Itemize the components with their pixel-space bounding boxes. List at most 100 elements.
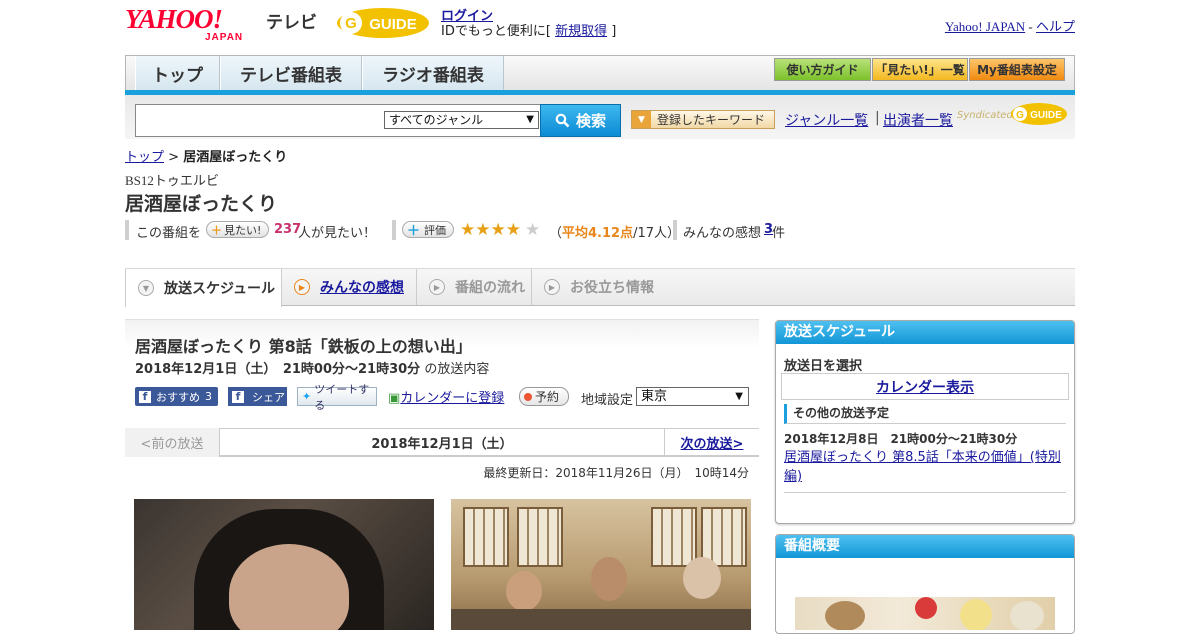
tab-impressions[interactable]: ▶ みんなの感想	[282, 269, 417, 305]
link-separator: |	[875, 110, 880, 126]
prev-broadcast-link: <前の放送	[125, 428, 220, 457]
calendar-register[interactable]: ▣カレンダーに登録	[388, 387, 504, 406]
login-note-suffix: ]	[607, 24, 617, 39]
calendar-add-icon: ▣	[388, 391, 401, 406]
genre-select[interactable]: すべてのジャンル ▼	[384, 111, 539, 129]
want-to-watch-button[interactable]: ＋見たい!	[206, 221, 269, 238]
sidebar-heading: 放送スケジュール	[776, 321, 1074, 344]
reserve-button[interactable]: 予約	[519, 387, 569, 406]
tab-label: 番組の流れ	[455, 280, 525, 296]
fb-recommend-count: 3	[205, 390, 212, 403]
search-icon	[555, 113, 570, 128]
region-select[interactable]: 東京 ▼	[636, 387, 749, 406]
channel-name: BS12トゥエルビ	[125, 173, 219, 188]
rate-button-label: 評価	[424, 223, 447, 237]
fb-recommend-label: おすすめ	[156, 390, 200, 404]
plus-icon: ＋	[407, 224, 421, 239]
sidebar-heading: 番組概要	[776, 535, 1074, 558]
program-stats-row: この番組を ＋見たい! 237 人が見たい！ ＋評価 ★★★★ ★ （平均4.1…	[125, 220, 1075, 241]
login-note: IDでもっと便利に[ 新規取得 ]	[441, 20, 616, 39]
tab-label: 放送スケジュール	[164, 281, 276, 297]
g-guide-small-logo: G GUIDE	[1010, 102, 1068, 126]
facebook-recommend-button[interactable]: f おすすめ 3	[135, 387, 218, 406]
registered-keywords-button[interactable]: ▼ 登録したキーワード	[631, 110, 775, 129]
other-schedule-link[interactable]: 居酒屋ぼったくり 第8.5話「本来の価値」(特別編)	[784, 448, 1064, 486]
genre-select-value: すべてのジャンル	[389, 113, 484, 127]
episode-title: 居酒屋ぼったくり 第8話「鉄板の上の想い出」	[135, 337, 472, 356]
breadcrumb-current: 居酒屋ぼったくり	[183, 150, 288, 165]
logo-yahoo-text: YAHOO!	[125, 4, 223, 34]
help-link[interactable]: ヘルプ	[1036, 19, 1075, 34]
tab-useful-info: ▶ お役立ち情報	[532, 269, 662, 305]
global-nav: トップ テレビ番組表 ラジオ番組表 使い方ガイド 「見たい!」一覧 My番組表設…	[125, 55, 1075, 91]
rating-open: （	[549, 226, 563, 241]
calendar-view-link[interactable]: カレンダー表示	[876, 377, 974, 397]
tab-broadcast-schedule[interactable]: ▼ 放送スケジュール	[125, 269, 282, 307]
yahoo-japan-logo[interactable]: YAHOO! JAPAN	[125, 4, 265, 44]
rating-average: 平均4.12点	[562, 226, 634, 241]
impressions-label: みんなの感想	[683, 226, 762, 241]
play-arrow-icon: ▶	[294, 279, 310, 295]
nav-tab-radio-schedule[interactable]: ラジオ番組表	[362, 56, 504, 91]
play-arrow-icon: ▶	[429, 279, 445, 295]
divider	[125, 220, 129, 240]
svg-text:G: G	[345, 15, 357, 32]
facebook-icon: f	[232, 390, 244, 403]
program-tabs: ▼ 放送スケジュール ▶ みんなの感想 ▶ 番組の流れ ▶ お役立ち情報	[125, 269, 1075, 307]
current-broadcast-date: 2018年12月1日（土）	[371, 437, 513, 452]
breadcrumb-top-link[interactable]: トップ	[125, 150, 164, 165]
page-title: 居酒屋ぼったくり	[125, 193, 278, 215]
episode-photo-2	[451, 499, 751, 630]
g-guide-logo: G GUIDE	[335, 6, 431, 40]
nav-tab-top[interactable]: トップ	[135, 56, 220, 91]
calendar-register-link[interactable]: カレンダーに登録	[400, 391, 504, 406]
breadcrumb: トップ > 居酒屋ぼったくり	[125, 146, 287, 165]
want-suffix: 人が見たい！	[298, 226, 377, 241]
dropdown-arrow-icon: ▼	[735, 391, 743, 402]
facebook-icon: f	[139, 390, 151, 403]
syndicated-label: Syndicated	[957, 110, 1013, 121]
signup-link[interactable]: 新規取得	[555, 24, 607, 39]
search-button[interactable]: 検索	[540, 104, 621, 137]
impressions-unit: 件	[772, 226, 786, 241]
twitter-bird-icon: ✦	[302, 390, 312, 403]
usage-guide-button[interactable]: 使い方ガイド	[774, 58, 871, 81]
svg-text:GUIDE: GUIDE	[1030, 110, 1062, 121]
star-rating: ★★★★	[460, 220, 521, 240]
link-separator: -	[1025, 19, 1036, 34]
tweet-button[interactable]: ✦ ツイートする	[297, 383, 377, 412]
plus-icon: ＋	[211, 223, 222, 237]
gguide-text: GUIDE	[369, 16, 417, 33]
pick-date-label: 放送日を選択	[784, 359, 863, 374]
program-overview-image	[795, 597, 1055, 630]
genre-list-link[interactable]: ジャンル一覧	[785, 110, 868, 130]
play-arrow-icon: ▶	[544, 279, 560, 295]
region-select-value: 東京	[641, 389, 668, 404]
calendar-box: カレンダー表示	[781, 373, 1069, 400]
tv-service-name: テレビ	[266, 13, 317, 33]
next-broadcast-link[interactable]: 次の放送>	[664, 428, 759, 457]
record-dot-icon	[524, 392, 532, 401]
rating-summary: （平均4.12点/17人）	[549, 222, 680, 241]
want-prefix: この番組を	[136, 226, 202, 241]
reserve-label: 予約	[535, 390, 560, 404]
tweet-label: ツイートする	[314, 382, 370, 412]
tab-program-flow: ▶ 番組の流れ	[417, 269, 532, 305]
episode-datetime-suffix: の放送内容	[420, 362, 490, 377]
episode-datetime-value: 2018年12月1日（土） 21時00分～21時30分	[135, 362, 421, 377]
cast-list-link[interactable]: 出演者一覧	[883, 110, 953, 130]
region-label: 地域設定	[581, 393, 634, 408]
want-list-button[interactable]: 「見たい!」一覧	[872, 58, 968, 81]
my-schedule-settings-button[interactable]: My番組表設定	[969, 58, 1065, 81]
tab-label: みんなの感想	[320, 280, 404, 296]
rate-button[interactable]: ＋評価	[402, 221, 454, 239]
divider	[392, 220, 396, 240]
search-button-label: 検索	[575, 112, 606, 130]
yahoo-japan-link[interactable]: Yahoo! JAPAN	[945, 19, 1025, 34]
dropdown-arrow-icon: ▼	[526, 114, 534, 125]
chevron-down-icon: ▼	[138, 280, 154, 296]
registered-keywords-label: 登録したキーワード	[657, 113, 766, 127]
nav-tab-tv-schedule[interactable]: テレビ番組表	[220, 56, 362, 91]
other-schedule-heading: その他の放送予定	[784, 404, 1066, 424]
facebook-share-button[interactable]: f シェア	[228, 387, 287, 406]
